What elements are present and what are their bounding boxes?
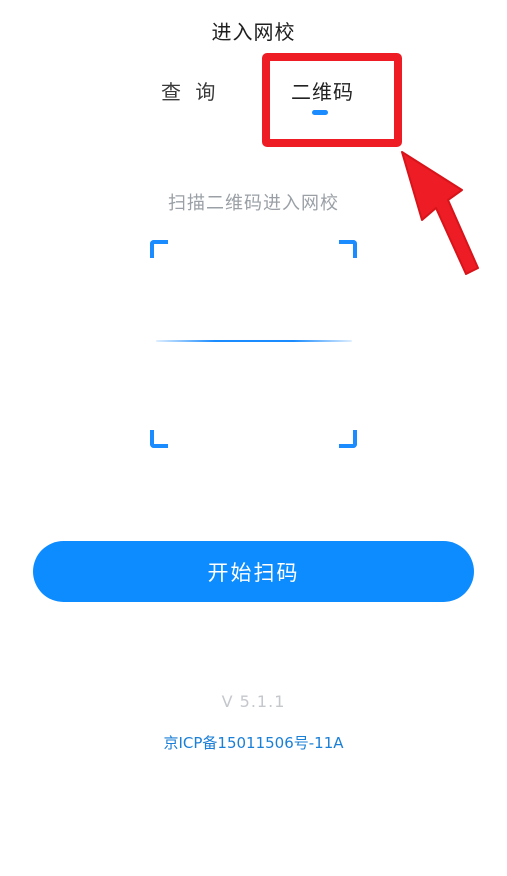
viewfinder-corner-bottom-right	[339, 430, 357, 448]
icp-license-link[interactable]: 京ICP备15011506号-11A	[0, 732, 507, 753]
tab-query[interactable]: 查 询	[161, 76, 219, 105]
scan-viewfinder	[150, 240, 357, 448]
qr-login-screen: 进入网校 查 询 二维码 扫描二维码进入网校 开始扫码 V 5.1.1 京ICP…	[0, 0, 507, 876]
scan-line	[156, 340, 352, 342]
scan-hint-text: 扫描二维码进入网校	[168, 193, 339, 214]
viewfinder-corner-top-left	[150, 240, 168, 258]
viewfinder-corner-top-right	[339, 240, 357, 258]
viewfinder-corner-bottom-left	[150, 430, 168, 448]
tab-qr-code[interactable]: 二维码	[291, 76, 354, 105]
version-text: V 5.1.1	[221, 692, 286, 711]
start-scan-button[interactable]: 开始扫码	[33, 541, 474, 602]
tab-active-indicator	[312, 110, 328, 115]
page-title: 进入网校	[211, 20, 296, 44]
